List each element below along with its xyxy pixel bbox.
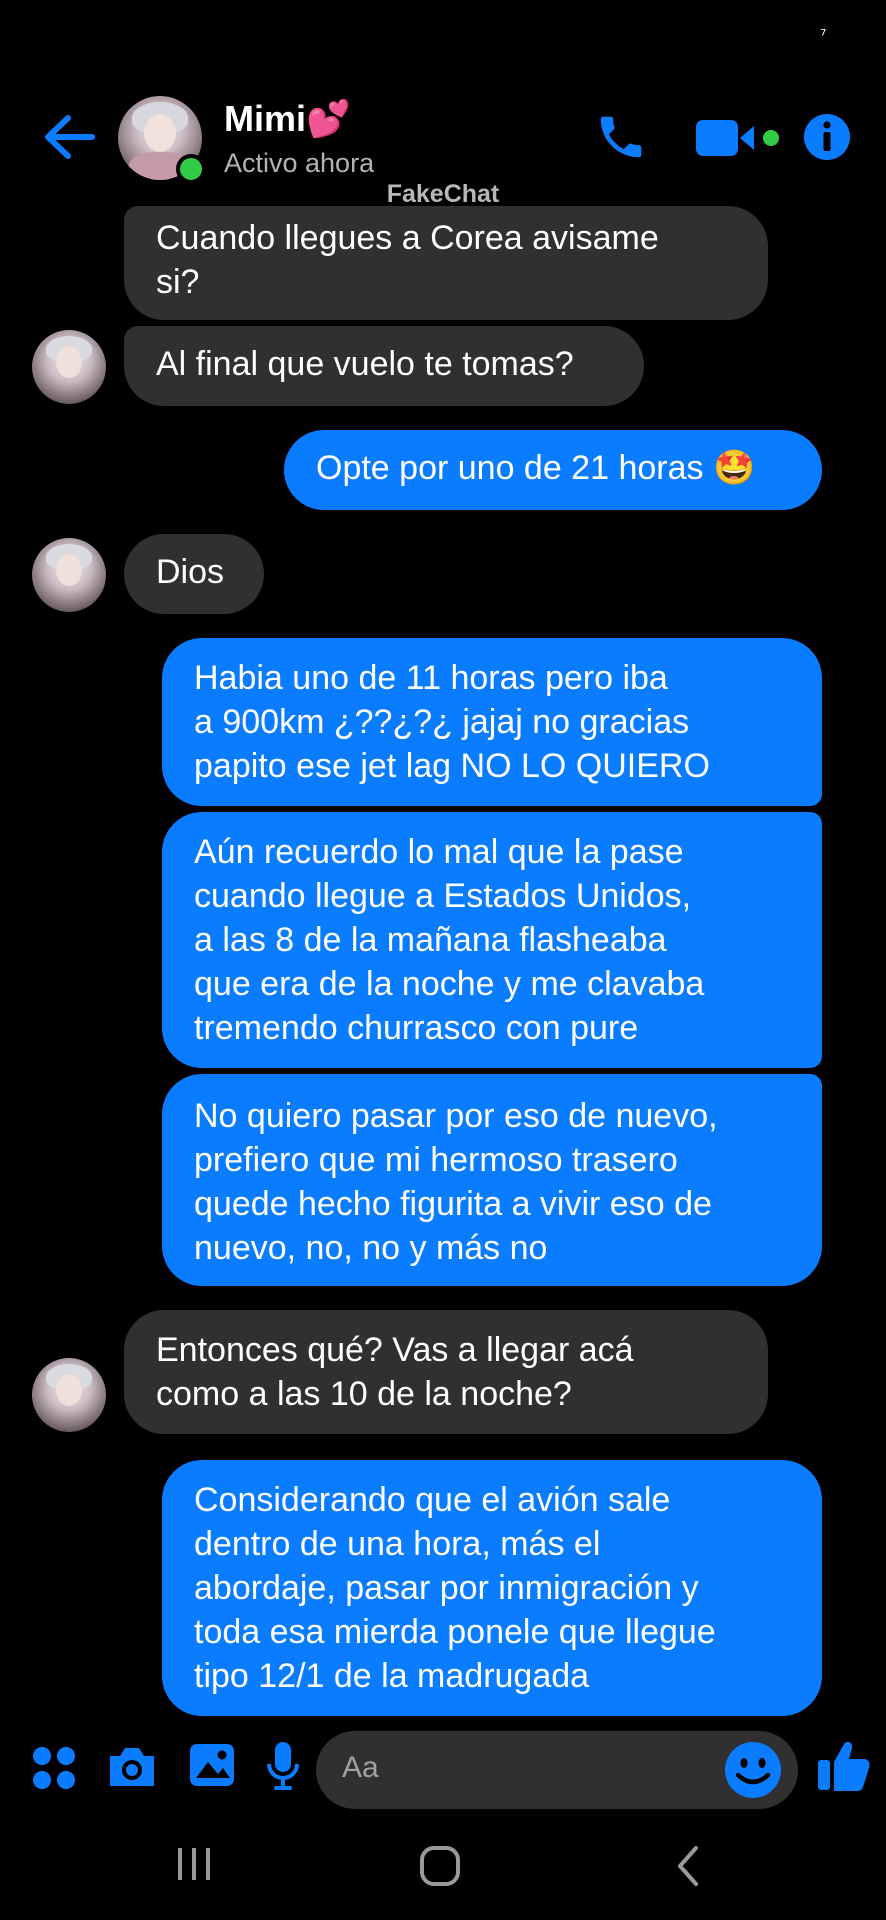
voice-call-button[interactable] (594, 110, 648, 164)
sent-message[interactable]: Aún recuerdo lo mal que la pase cuando l… (162, 812, 822, 1068)
back-icon (678, 1846, 698, 1886)
microphone-icon (267, 1742, 299, 1790)
message-input[interactable]: Aa (316, 1731, 798, 1809)
received-message[interactable]: Dios (124, 534, 264, 614)
sender-avatar[interactable] (32, 1358, 106, 1432)
sender-avatar[interactable] (32, 538, 106, 612)
home-icon (420, 1846, 460, 1886)
contact-name[interactable]: Mimi💕 (224, 98, 351, 140)
sender-avatar[interactable] (32, 330, 106, 404)
like-button[interactable] (816, 1738, 872, 1798)
conversation-info-button[interactable] (802, 112, 852, 162)
camera-button[interactable] (106, 1744, 158, 1794)
apps-button[interactable] (30, 1744, 78, 1796)
recent-apps-button[interactable] (172, 1844, 216, 1888)
online-status-dot (176, 154, 206, 184)
voice-message-button[interactable] (266, 1740, 300, 1796)
status-bar-indicator: ⁷ (820, 26, 827, 45)
video-call-button[interactable] (694, 116, 784, 160)
arrow-left-icon (45, 115, 95, 159)
video-camera-icon (696, 120, 779, 156)
system-navigation-bar (0, 1836, 886, 1896)
contact-status: Activo ahora (224, 148, 375, 178)
received-message[interactable]: Cuando llegues a Corea avisame si? (124, 206, 768, 320)
apps-icon (33, 1747, 75, 1789)
info-icon (804, 114, 850, 160)
nav-back-button[interactable] (672, 1844, 704, 1892)
sent-message[interactable]: No quiero pasar por eso de nuevo, prefie… (162, 1074, 822, 1286)
sent-message[interactable]: Opte por uno de 21 horas 🤩 (284, 430, 822, 510)
recent-apps-icon (178, 1848, 210, 1880)
emoji-icon (725, 1742, 781, 1798)
contact-avatar[interactable] (118, 96, 206, 184)
received-message[interactable]: Entonces qué? Vas a llegar acá como a la… (124, 1310, 768, 1434)
thumbs-up-icon (818, 1741, 870, 1791)
home-button[interactable] (418, 1844, 462, 1892)
gallery-icon (190, 1744, 234, 1786)
camera-icon (110, 1748, 154, 1786)
message-composer: Aa (0, 1728, 886, 1812)
sent-message[interactable]: Habia uno de 11 horas pero iba a 900km ¿… (162, 638, 822, 806)
gallery-button[interactable] (188, 1742, 236, 1792)
back-button[interactable] (40, 112, 98, 162)
received-message[interactable]: Al final que vuelo te tomas? (124, 326, 644, 406)
message-input-placeholder: Aa (342, 1751, 379, 1784)
sent-message[interactable]: Considerando que el avión sale dentro de… (162, 1460, 822, 1716)
emoji-button[interactable] (722, 1739, 784, 1801)
chat-header: Mimi💕 Activo ahora (0, 90, 886, 210)
phone-icon (600, 116, 642, 158)
